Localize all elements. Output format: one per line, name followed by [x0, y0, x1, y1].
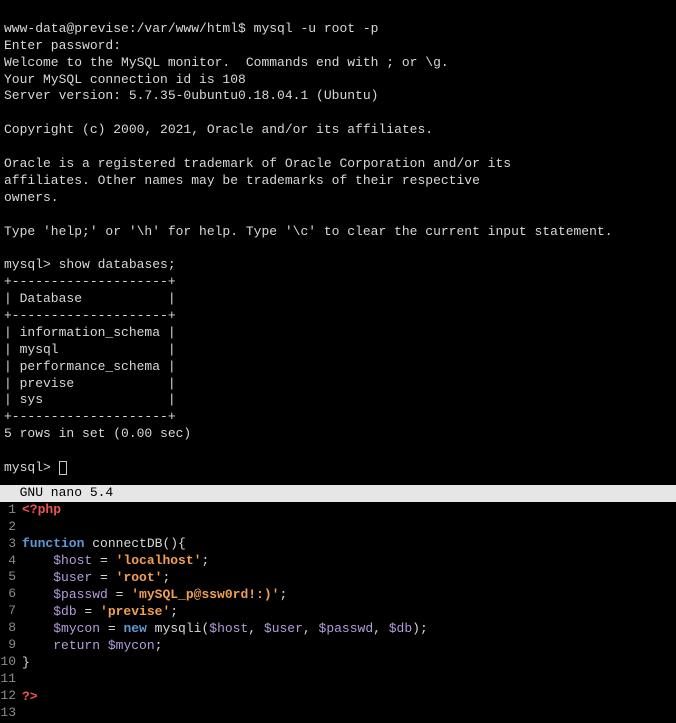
table-row: | previse |	[4, 376, 176, 391]
code-editor-area[interactable]: <?phpfunction connectDB(){ $host = 'loca…	[18, 502, 676, 723]
variable: $mycon	[53, 621, 100, 636]
php-close-tag: ?>	[22, 689, 38, 704]
new-keyword: new	[123, 621, 146, 636]
mysql-copyright: Copyright (c) 2000, 2021, Oracle and/or …	[4, 122, 433, 137]
mysql-conn-id: Your MySQL connection id is 108	[4, 72, 246, 87]
table-row: | sys |	[4, 392, 176, 407]
table-row: | information_schema |	[4, 325, 176, 340]
function-name: connectDB	[92, 536, 162, 551]
variable: $user	[53, 570, 92, 585]
cursor-icon	[59, 461, 67, 475]
table-border: +--------------------+	[4, 274, 176, 289]
nano-editor: GNU nano 5.4 1 2 3 4 5 6 7 8 9 10 11 12 …	[0, 485, 676, 723]
string-literal: 'previse'	[100, 604, 170, 619]
password-prompt: Enter password:	[4, 38, 121, 53]
terminal-output: www-data@previse:/var/www/html$ mysql -u…	[0, 0, 676, 485]
mysql-help: Type 'help;' or '\h' for help. Type '\c'…	[4, 224, 613, 239]
string-literal: 'root'	[116, 570, 163, 585]
mysql-prompt-line[interactable]: mysql> show databases;	[4, 257, 176, 272]
variable: $passwd	[53, 587, 108, 602]
mysql-trademark: owners.	[4, 190, 59, 205]
nano-content[interactable]: 1 2 3 4 5 6 7 8 9 10 11 12 13 <?php funct…	[0, 502, 676, 723]
table-border: +--------------------+	[4, 308, 176, 323]
variable: $db	[53, 604, 76, 619]
mysql-prompt-line[interactable]: mysql>	[4, 460, 67, 475]
nano-title-bar: GNU nano 5.4	[0, 485, 676, 502]
mysql-trademark: Oracle is a registered trademark of Orac…	[4, 156, 511, 171]
return-keyword: return	[53, 638, 100, 653]
table-row: | mysql |	[4, 342, 176, 357]
line-number-gutter: 1 2 3 4 5 6 7 8 9 10 11 12 13	[0, 502, 18, 723]
result-summary: 5 rows in set (0.00 sec)	[4, 426, 191, 441]
table-border: +--------------------+	[4, 409, 176, 424]
variable: $host	[53, 553, 92, 568]
table-row: | performance_schema |	[4, 359, 176, 374]
string-literal: 'localhost'	[116, 553, 202, 568]
mysql-server-version: Server version: 5.7.35-0ubuntu0.18.04.1 …	[4, 88, 378, 103]
table-header: | Database |	[4, 291, 176, 306]
php-open-tag: <?php	[22, 502, 61, 517]
function-keyword: function	[22, 536, 84, 551]
mysql-welcome: Welcome to the MySQL monitor. Commands e…	[4, 55, 449, 70]
string-literal: 'mySQL_p@ssw0rd!:)'	[131, 587, 279, 602]
shell-prompt: www-data@previse:/var/www/html$ mysql -u…	[4, 21, 378, 36]
mysql-trademark: affiliates. Other names may be trademark…	[4, 173, 480, 188]
